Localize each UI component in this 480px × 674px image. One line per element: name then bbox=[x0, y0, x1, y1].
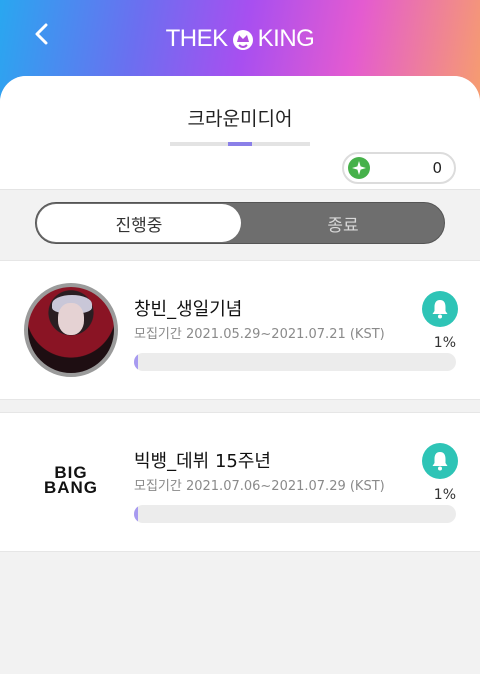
event-title: 창빈_생일기념 bbox=[134, 299, 243, 320]
agency-title: 크라운미디어 bbox=[187, 108, 293, 130]
event-period: 모집기간 2021.07.06~2021.07.29 (KST) bbox=[134, 479, 385, 494]
logo-text-left: THEK bbox=[165, 25, 229, 52]
event-card[interactable]: BIG BANG 빅뱅_데뷔 15주년 모집기간 2021.07.06~2021… bbox=[0, 412, 480, 552]
agency-card: 크라운미디어 0 bbox=[0, 76, 480, 190]
bell-icon bbox=[432, 452, 448, 471]
title-underline bbox=[170, 142, 310, 146]
event-title: 빅뱅_데뷔 15주년 bbox=[134, 451, 271, 472]
status-toggle: 진행중 종료 bbox=[35, 202, 445, 244]
points-value: 0 bbox=[432, 159, 442, 177]
points-badge[interactable]: 0 bbox=[342, 152, 456, 184]
artist-avatar bbox=[24, 283, 118, 377]
logo-text-right: KING bbox=[257, 25, 315, 52]
app-logo: THEK KING bbox=[0, 22, 480, 56]
event-card[interactable]: 창빈_생일기념 모집기간 2021.05.29~2021.07.21 (KST)… bbox=[0, 260, 480, 400]
event-period: 모집기간 2021.05.29~2021.07.21 (KST) bbox=[134, 327, 385, 342]
bigbang-logo: BIG BANG bbox=[36, 464, 106, 497]
tab-ongoing[interactable]: 진행중 bbox=[37, 204, 241, 242]
avatar-face bbox=[58, 303, 84, 335]
notification-bell-button[interactable] bbox=[422, 291, 458, 327]
star-badge-icon bbox=[348, 157, 370, 179]
progress-percent: 1% bbox=[433, 487, 456, 503]
logo-line: BANG bbox=[43, 478, 99, 497]
main-panel: 크라운미디어 0 진행중 종료 창빈_생일기념 모집기간 2021.05.29~… bbox=[0, 76, 480, 674]
notification-bell-button[interactable] bbox=[422, 443, 458, 479]
progress-percent: 1% bbox=[433, 335, 456, 351]
bell-icon bbox=[432, 300, 448, 319]
progress-bar bbox=[134, 505, 456, 523]
title-underline-accent bbox=[228, 142, 252, 146]
crown-icon bbox=[231, 27, 255, 51]
progress-bar bbox=[134, 353, 456, 371]
progress-fill bbox=[134, 505, 138, 523]
progress-fill bbox=[134, 353, 138, 371]
tab-ended[interactable]: 종료 bbox=[241, 204, 445, 242]
